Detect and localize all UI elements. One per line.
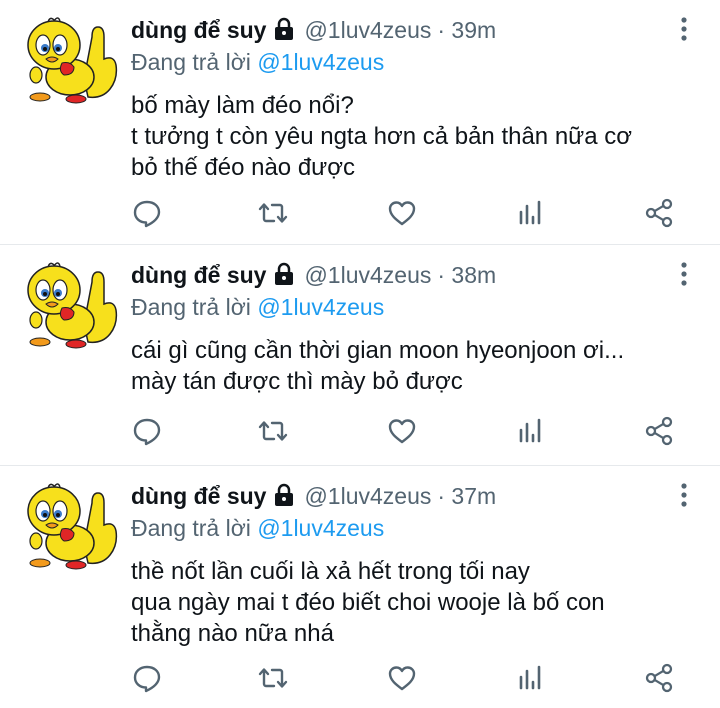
replying-to-handle[interactable]: @1luv4zeus bbox=[257, 49, 384, 75]
tweet-text-line: bố mày làm đéo nổi? bbox=[131, 92, 354, 119]
share-icon bbox=[645, 416, 673, 446]
retweet-button[interactable] bbox=[257, 415, 289, 447]
tweet-text: cái gì cũng cần thời gian moon hyeonjoon… bbox=[131, 335, 700, 397]
share-icon bbox=[645, 198, 673, 228]
replying-to-label: Đang trả lời bbox=[131, 294, 258, 320]
replying-to-label: Đang trả lời bbox=[131, 49, 258, 75]
reply-button[interactable] bbox=[131, 197, 163, 229]
tweet-text-line: mày tán được thì mày bỏ được bbox=[131, 368, 463, 395]
tweet[interactable]: dùng để suy @1luv4zeus · 38m Đang trả lờ… bbox=[0, 245, 720, 466]
analytics-icon bbox=[519, 418, 541, 443]
tweet-text-line: bỏ thế đéo nào được bbox=[131, 154, 355, 181]
handle[interactable]: @1luv4zeus bbox=[304, 262, 431, 289]
tweet-text-line: qua ngày mai t đéo biết choi wooje là bố… bbox=[131, 589, 605, 616]
replying-to-handle[interactable]: @1luv4zeus bbox=[257, 294, 384, 320]
more-vertical-icon[interactable] bbox=[680, 16, 688, 42]
tweet-header: dùng để suy @1luv4zeus · 37m bbox=[131, 480, 700, 512]
share-button[interactable] bbox=[643, 415, 675, 447]
analytics-button[interactable] bbox=[515, 662, 547, 694]
comment-icon bbox=[133, 200, 161, 228]
reply-button[interactable] bbox=[131, 662, 163, 694]
handle[interactable]: @1luv4zeus bbox=[304, 483, 431, 510]
tweet-text: bố mày làm đéo nổi? t tưởng t còn yêu ng… bbox=[131, 90, 700, 183]
like-button[interactable] bbox=[386, 415, 418, 447]
more-vertical-icon[interactable] bbox=[680, 482, 688, 508]
replying-to: Đang trả lời @1luv4zeus bbox=[131, 47, 700, 77]
tweet[interactable]: dùng để suy @1luv4zeus · 37m Đang trả lờ… bbox=[0, 466, 720, 708]
lock-icon bbox=[273, 483, 295, 513]
lock-icon bbox=[273, 262, 295, 292]
display-name[interactable]: dùng để suy bbox=[131, 483, 266, 510]
retweet-icon bbox=[258, 203, 288, 223]
like-button[interactable] bbox=[386, 197, 418, 229]
analytics-button[interactable] bbox=[515, 415, 547, 447]
avatar[interactable] bbox=[18, 15, 118, 105]
analytics-button[interactable] bbox=[515, 197, 547, 229]
tweet[interactable]: dùng để suy @1luv4zeus · 39m Đang trả lờ… bbox=[0, 0, 720, 245]
analytics-icon bbox=[519, 665, 541, 690]
tweet-header: dùng để suy @1luv4zeus · 38m bbox=[131, 259, 700, 291]
tweet-text: thề nốt lần cuối là xả hết trong tối nay… bbox=[131, 556, 700, 649]
action-bar bbox=[131, 197, 676, 231]
tweet-text-line: thề nốt lần cuối là xả hết trong tối nay bbox=[131, 558, 530, 585]
replying-to-handle[interactable]: @1luv4zeus bbox=[257, 515, 384, 541]
share-button[interactable] bbox=[643, 662, 675, 694]
retweet-icon bbox=[258, 421, 288, 441]
retweet-button[interactable] bbox=[257, 197, 289, 229]
reply-button[interactable] bbox=[131, 415, 163, 447]
replying-to: Đang trả lời @1luv4zeus bbox=[131, 292, 700, 322]
heart-icon bbox=[388, 201, 416, 226]
tweet-text-line: t tưởng t còn yêu ngta hơn cả bản thân n… bbox=[131, 123, 632, 150]
timestamp[interactable]: · 37m bbox=[437, 483, 496, 510]
share-button[interactable] bbox=[643, 197, 675, 229]
like-button[interactable] bbox=[386, 662, 418, 694]
tweet-header: dùng để suy @1luv4zeus · 39m bbox=[131, 14, 700, 46]
retweet-button[interactable] bbox=[257, 662, 289, 694]
display-name[interactable]: dùng để suy bbox=[131, 17, 266, 44]
lock-icon bbox=[273, 17, 295, 47]
comment-icon bbox=[133, 665, 161, 693]
comment-icon bbox=[133, 418, 161, 446]
avatar[interactable] bbox=[18, 260, 118, 350]
tweet-text-line: cái gì cũng cần thời gian moon hyeonjoon… bbox=[131, 337, 625, 364]
action-bar bbox=[131, 662, 676, 696]
heart-icon bbox=[388, 666, 416, 691]
avatar[interactable] bbox=[18, 481, 118, 571]
action-bar bbox=[131, 415, 676, 449]
more-vertical-icon[interactable] bbox=[680, 261, 688, 287]
share-icon bbox=[645, 663, 673, 693]
heart-icon bbox=[388, 419, 416, 444]
display-name[interactable]: dùng để suy bbox=[131, 262, 266, 289]
retweet-icon bbox=[258, 668, 288, 688]
replying-to: Đang trả lời @1luv4zeus bbox=[131, 513, 700, 543]
replying-to-label: Đang trả lời bbox=[131, 515, 258, 541]
timestamp[interactable]: · 39m bbox=[437, 17, 496, 44]
handle[interactable]: @1luv4zeus bbox=[304, 17, 431, 44]
timestamp[interactable]: · 38m bbox=[437, 262, 496, 289]
analytics-icon bbox=[519, 200, 541, 225]
tweet-text-line: thằng nào nữa nhá bbox=[131, 620, 334, 647]
